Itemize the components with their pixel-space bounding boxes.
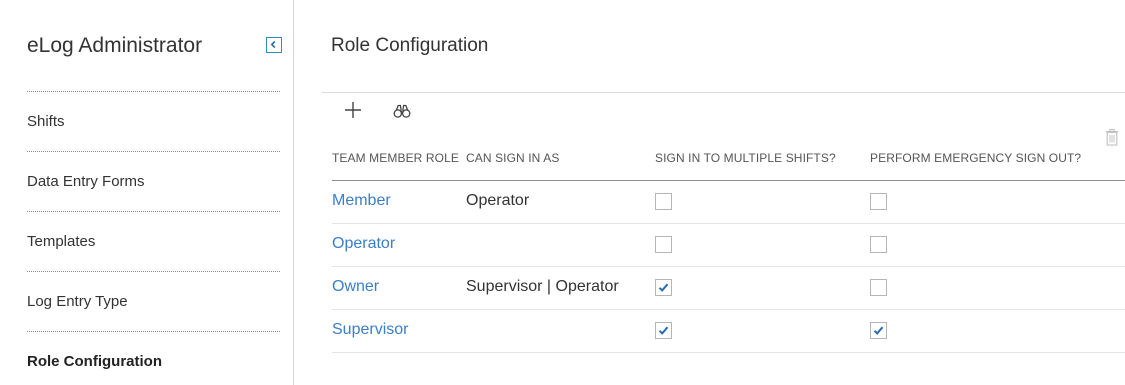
search-button[interactable] [393,103,411,119]
plus-icon [345,102,361,118]
multiple-shifts-checkbox[interactable] [655,193,672,210]
collapse-sidebar-button[interactable] [266,37,282,53]
column-header-emergency-sign-out[interactable]: PERFORM EMERGENCY SIGN OUT? [870,151,1081,165]
emergency-sign-out-checkbox[interactable] [870,279,887,296]
table-row: Operator [332,224,1125,267]
can-sign-in-as-value: Supervisor | Operator [466,278,619,295]
sidebar-item-label: Role Configuration [27,353,162,370]
sidebar-header: eLog Administrator [27,33,289,63]
sidebar: eLog Administrator Shifts Data Entry For… [0,0,294,385]
column-header-sign-in-multiple-shifts[interactable]: SIGN IN TO MULTIPLE SHIFTS? [655,151,836,165]
column-header-can-sign-in-as[interactable]: CAN SIGN IN AS [466,151,559,165]
sidebar-item-data-entry-forms[interactable]: Data Entry Forms [27,151,280,211]
delete-button[interactable] [1105,128,1119,146]
checkmark-icon [658,326,669,335]
column-header-team-member-role[interactable]: TEAM MEMBER ROLE [332,151,459,165]
sidebar-item-role-configuration[interactable]: Role Configuration [27,331,280,385]
add-role-button[interactable] [343,100,363,120]
emergency-sign-out-checkbox[interactable] [870,236,887,253]
sidebar-item-log-entry-type[interactable]: Log Entry Type [27,271,280,331]
table-row: Owner Supervisor | Operator [332,267,1125,310]
main-content: Role Configuration TEAM MEMBER ROLE CAN … [294,0,1125,385]
table-header: TEAM MEMBER ROLE CAN SIGN IN AS SIGN IN … [332,148,1125,181]
multiple-shifts-checkbox[interactable] [655,322,672,339]
checkmark-icon [658,283,669,292]
sidebar-nav: Shifts Data Entry Forms Templates Log En… [27,91,280,385]
binoculars-icon [393,104,411,118]
page-title: Role Configuration [331,35,489,56]
chevron-left-icon [270,40,276,49]
app-window: eLog Administrator Shifts Data Entry For… [0,0,1125,385]
emergency-sign-out-checkbox[interactable] [870,322,887,339]
sidebar-item-templates[interactable]: Templates [27,211,280,271]
table-row: Supervisor [332,310,1125,353]
table-row: Member Operator [332,181,1125,224]
sidebar-item-label: Shifts [27,113,65,130]
sidebar-item-label: Templates [27,233,96,250]
can-sign-in-as-value: Operator [466,192,530,209]
table-body: Member Operator Operator Owner Supervisor | … [332,181,1125,353]
checkmark-icon [873,326,884,335]
role-link[interactable]: Operator [332,235,395,253]
emergency-sign-out-checkbox[interactable] [870,193,887,210]
sidebar-title: eLog Administrator [27,34,203,57]
sidebar-item-label: Log Entry Type [27,293,128,310]
sidebar-item-shifts[interactable]: Shifts [27,91,280,151]
roles-table: TEAM MEMBER ROLE CAN SIGN IN AS SIGN IN … [332,148,1125,353]
role-link[interactable]: Supervisor [332,321,408,339]
role-link[interactable]: Owner [332,278,379,296]
sidebar-item-label: Data Entry Forms [27,173,145,190]
role-link[interactable]: Member [332,192,391,210]
multiple-shifts-checkbox[interactable] [655,279,672,296]
divider [322,92,1125,93]
multiple-shifts-checkbox[interactable] [655,236,672,253]
trash-icon [1106,128,1118,146]
